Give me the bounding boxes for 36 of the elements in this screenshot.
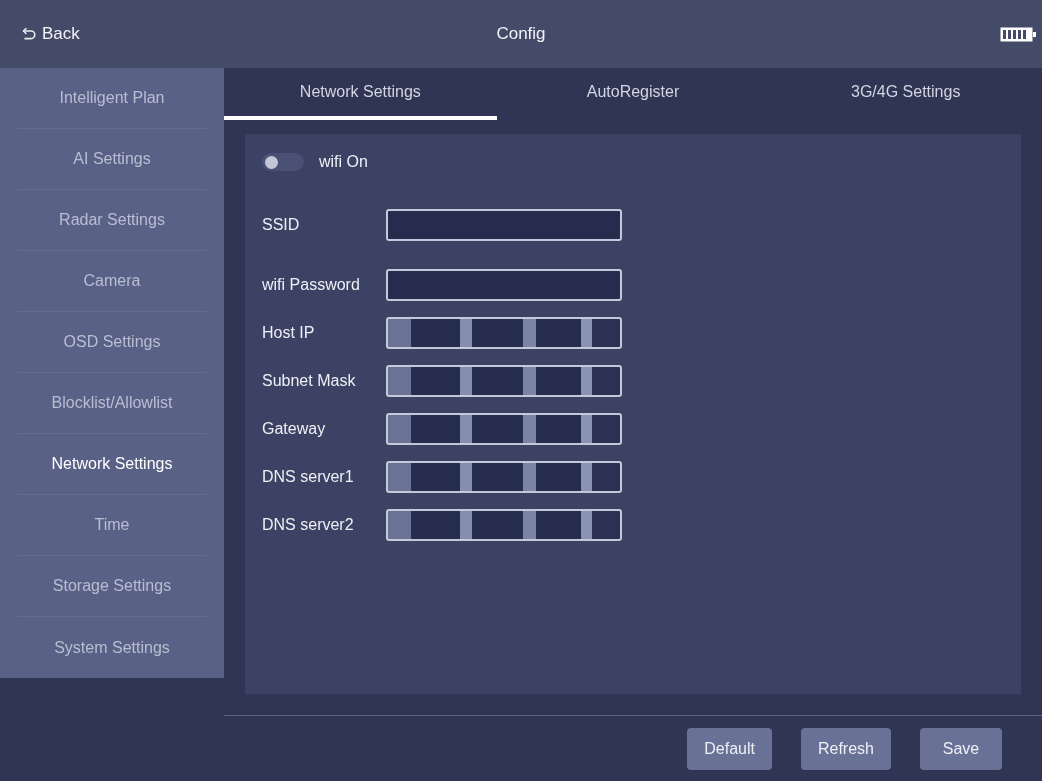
sidebar-item[interactable]: AI Settings [18,129,206,190]
sidebar-item[interactable]: System Settings [18,617,206,678]
sidebar-item[interactable]: Storage Settings [18,556,206,617]
field-label: Host IP [262,323,316,343]
input-field[interactable] [386,509,622,541]
sidebar-item[interactable]: Time [18,495,206,556]
field-label: SSID [262,215,301,235]
input-field[interactable] [386,365,622,397]
field-label: Gateway [262,419,327,439]
tab[interactable]: Network Settings [224,68,497,120]
field-label: DNS server1 [262,467,355,487]
field-label: wifi Password [262,275,361,295]
back-button[interactable]: Back [22,21,80,47]
field-label: Subnet Mask [262,371,357,391]
page-title: Config [496,23,546,46]
action-button[interactable]: Refresh [800,727,891,770]
battery-icon [1000,26,1036,42]
tab[interactable]: 3G/4G Settings [769,68,1042,120]
toggle-switch[interactable] [262,153,304,171]
sidebar-item[interactable]: Camera [18,251,206,312]
input-field[interactable] [386,269,622,301]
action-button[interactable]: Save [920,727,1002,770]
input-field[interactable] [386,461,622,493]
sidebar-item[interactable]: OSD Settings [18,312,206,373]
sidebar-item[interactable]: Radar Settings [18,190,206,251]
undo-arrow-icon [22,27,36,41]
sidebar-item[interactable]: Intelligent Plan [18,68,206,129]
sidebar-item[interactable]: Blocklist/Allowlist [18,373,206,434]
action-button[interactable]: Default [687,727,772,770]
sidebar-item[interactable]: Network Settings [18,434,206,495]
field-label: DNS server2 [262,515,355,535]
input-field[interactable] [386,317,622,349]
tab[interactable]: AutoRegister [496,68,770,120]
input-field[interactable] [386,209,622,241]
wifi-toggle-label: wifi On [319,152,368,172]
input-field[interactable] [386,413,622,445]
